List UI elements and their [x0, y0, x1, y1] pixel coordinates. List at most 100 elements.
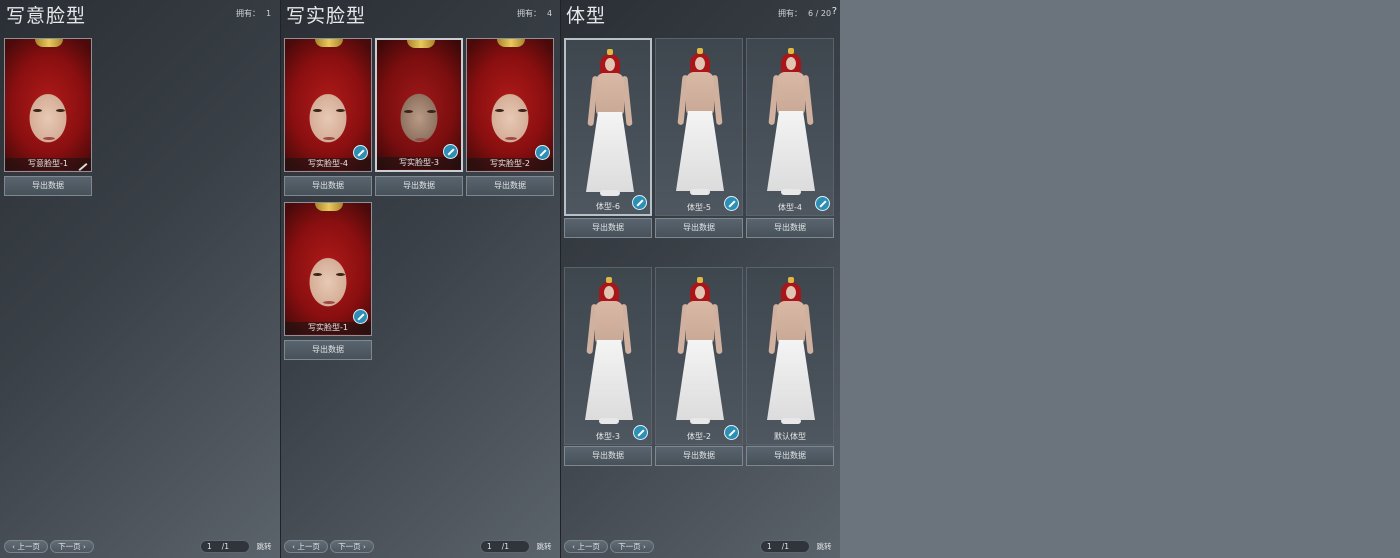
crown-ornament [407, 40, 435, 48]
lips [323, 137, 335, 140]
page-input[interactable]: 1/1 [200, 540, 250, 553]
body-figure [566, 40, 650, 214]
figure-crown [606, 277, 612, 283]
next-page-button[interactable]: 下一页 › [50, 540, 94, 553]
body-card[interactable]: 体型-6 [564, 38, 652, 216]
body-figure [656, 39, 742, 215]
prev-label: 上一页 [17, 542, 40, 551]
prev-arrow-icon: ‹ [12, 543, 15, 551]
brush-icon[interactable] [724, 425, 739, 440]
export-data-button[interactable]: 导出数据 [466, 176, 554, 196]
figure-head [604, 286, 614, 299]
eye [336, 109, 345, 112]
next-arrow-icon: › [83, 543, 86, 551]
figure-crown [697, 48, 703, 54]
figure-head [786, 57, 796, 70]
crown-ornament [315, 39, 343, 47]
panel-title: 体型 [566, 5, 607, 27]
goto-page-button[interactable]: 跳转 [252, 540, 276, 553]
body-figure [656, 268, 742, 444]
figure-feet [600, 190, 620, 196]
owned-count: 拥有： 6 / 20 [778, 9, 832, 18]
figure-torso [595, 301, 623, 343]
figure-feet [599, 418, 619, 424]
figure-torso [596, 73, 624, 115]
prev-arrow-icon: ‹ [572, 543, 575, 551]
face-card[interactable]: 写实脸型-2 [466, 38, 554, 172]
figure-feet [690, 418, 710, 424]
goto-page-button[interactable]: 跳转 [532, 540, 556, 553]
next-page-button[interactable]: 下一页 › [330, 540, 374, 553]
brush-icon[interactable] [353, 309, 368, 324]
prev-page-button[interactable]: ‹ 上一页 [564, 540, 608, 553]
next-label: 下一页 [58, 542, 81, 551]
figure-feet [781, 418, 801, 424]
face-card[interactable]: 写实脸型-3 [375, 38, 463, 172]
export-data-button[interactable]: 导出数据 [564, 446, 652, 466]
figure-head [605, 58, 615, 71]
page-input[interactable]: 1/1 [480, 540, 530, 553]
lips [505, 137, 517, 140]
body-figure [747, 268, 833, 444]
body-card[interactable]: 默认体型 [746, 267, 834, 445]
brush-icon[interactable] [353, 145, 368, 160]
body-card[interactable]: 体型-5 [655, 38, 743, 216]
next-page-button[interactable]: 下一页 › [610, 540, 654, 553]
body-card[interactable]: 体型-4 [746, 38, 834, 216]
body-figure [565, 268, 651, 444]
export-data-button[interactable]: 导出数据 [746, 218, 834, 238]
brush-icon[interactable] [443, 144, 458, 159]
lips [43, 137, 55, 140]
brush-icon[interactable] [724, 196, 739, 211]
body-figure [747, 39, 833, 215]
export-data-button[interactable]: 导出数据 [746, 446, 834, 466]
figure-crown [697, 277, 703, 283]
eye [313, 273, 322, 276]
export-data-button[interactable]: 导出数据 [284, 340, 372, 360]
brush-icon[interactable] [632, 195, 647, 210]
face-card[interactable]: 写意脸型-1 [4, 38, 92, 172]
brush-icon[interactable] [535, 145, 550, 160]
realistic-face-panel: 写实脸型 拥有： 4 写实脸型-4 导出数据 写实脸型-3 导出数据 写实脸型-2… [280, 0, 560, 558]
eye [427, 110, 436, 113]
export-data-button[interactable]: 导出数据 [655, 218, 743, 238]
figure-torso [777, 301, 805, 343]
figure-torso [686, 72, 714, 114]
figure-feet [690, 189, 710, 195]
export-data-button[interactable]: 导出数据 [564, 218, 652, 238]
figure-crown [788, 48, 794, 54]
page-input[interactable]: 1/1 [760, 540, 810, 553]
face-card[interactable]: 写实脸型-1 [284, 202, 372, 336]
goto-page-button[interactable]: 跳转 [812, 540, 836, 553]
crown-ornament [35, 39, 63, 47]
figure-head [786, 286, 796, 299]
body-type-panel: 体型 拥有： 6 / 20 ? 体型-6 导出数据 体型-5 导出数据 体型-4 … [560, 0, 840, 558]
owned-count: 拥有： 1 [236, 9, 272, 18]
crown-ornament [315, 203, 343, 211]
body-card[interactable]: 体型-2 [655, 267, 743, 445]
panel-title: 写实脸型 [286, 5, 367, 27]
export-data-button[interactable]: 导出数据 [375, 176, 463, 196]
next-label: 下一页 [338, 542, 361, 551]
eye [56, 109, 65, 112]
lips [415, 138, 427, 141]
export-data-button[interactable]: 导出数据 [4, 176, 92, 196]
eye [313, 109, 322, 112]
brush-icon[interactable] [815, 196, 830, 211]
face-portrait [5, 39, 91, 171]
freehand-face-panel: 写意脸型 拥有： 1 写意脸型-1 导出数据 ‹ 上一页 下一页 › 1/1 跳转 [0, 0, 280, 558]
eye [33, 109, 42, 112]
card-label: 默认体型 [774, 432, 806, 441]
figure-torso [686, 301, 714, 343]
body-card[interactable]: 体型-3 [564, 267, 652, 445]
prev-page-button[interactable]: ‹ 上一页 [284, 540, 328, 553]
face-card[interactable]: 写实脸型-4 [284, 38, 372, 172]
prev-page-button[interactable]: ‹ 上一页 [4, 540, 48, 553]
export-data-button[interactable]: 导出数据 [655, 446, 743, 466]
figure-feet [781, 189, 801, 195]
figure-crown [607, 49, 613, 55]
brush-icon[interactable] [633, 425, 648, 440]
help-icon[interactable]: ? [832, 6, 837, 17]
export-data-button[interactable]: 导出数据 [284, 176, 372, 196]
panel-title: 写意脸型 [6, 5, 87, 27]
